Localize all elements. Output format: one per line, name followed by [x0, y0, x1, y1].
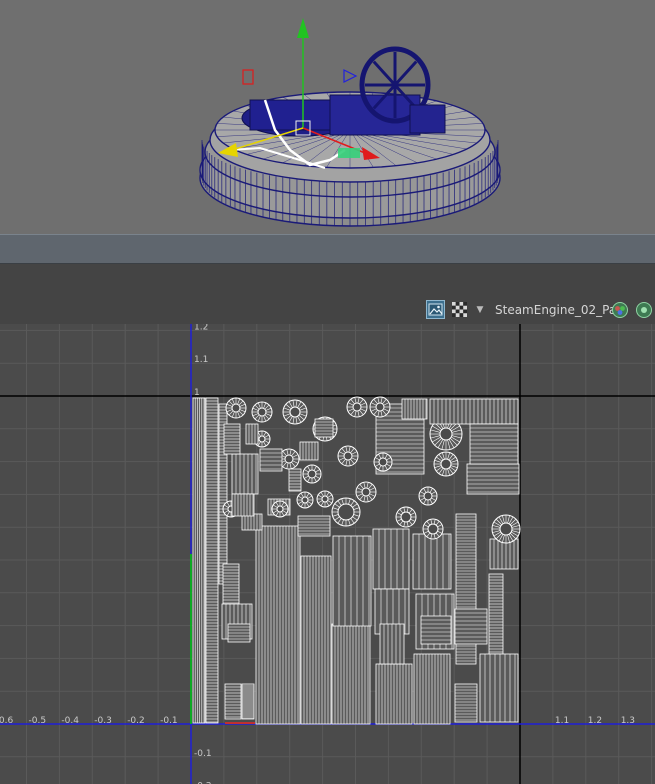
u-tick-label: -0.4: [61, 716, 79, 726]
uv-grid-view[interactable]: -0.6 -0.5 -0.4 -0.3 -0.2 -0.1 1.1 1.2 1.3 1.2 1.1 1…: [0, 324, 655, 784]
checker-icon[interactable]: [451, 301, 468, 318]
image-icon[interactable]: [426, 300, 445, 319]
image-name-label[interactable]: SteamEngine_02_Pa: [495, 301, 616, 319]
uv-editor-toolbar: ▼ SteamEngine_02_Pa: [0, 264, 655, 325]
scene-canvas[interactable]: [0, 0, 655, 234]
v-tick-label: 1: [194, 388, 200, 398]
u-tick-label: -0.6: [0, 716, 13, 726]
u-tick-label: 1.2: [588, 716, 602, 726]
perspective-viewport[interactable]: [0, 0, 655, 234]
u-tick-label: -0.5: [29, 716, 47, 726]
steam-engine-model: [199, 46, 501, 227]
uv-layout-canvas[interactable]: -0.6 -0.5 -0.4 -0.3 -0.2 -0.1 1.1 1.2 1.3 1.2 1.1 1…: [0, 324, 655, 784]
u-tick-label: -0.2: [127, 716, 145, 726]
panel-separator[interactable]: [0, 234, 655, 264]
display-options-icon[interactable]: [634, 301, 654, 319]
dropdown-arrow-icon[interactable]: ▼: [474, 304, 486, 316]
u-tick-label: -0.3: [94, 716, 112, 726]
v-tick-label: -0.1: [194, 749, 212, 759]
u-tick-label: 1.3: [621, 716, 635, 726]
u-tick-label: 1.1: [555, 716, 569, 726]
v-tick-label: 1.1: [194, 355, 208, 365]
u-tick-label: -0.1: [160, 716, 178, 726]
v-tick-label: 1.2: [194, 324, 208, 332]
rgb-channels-icon[interactable]: [611, 301, 629, 319]
